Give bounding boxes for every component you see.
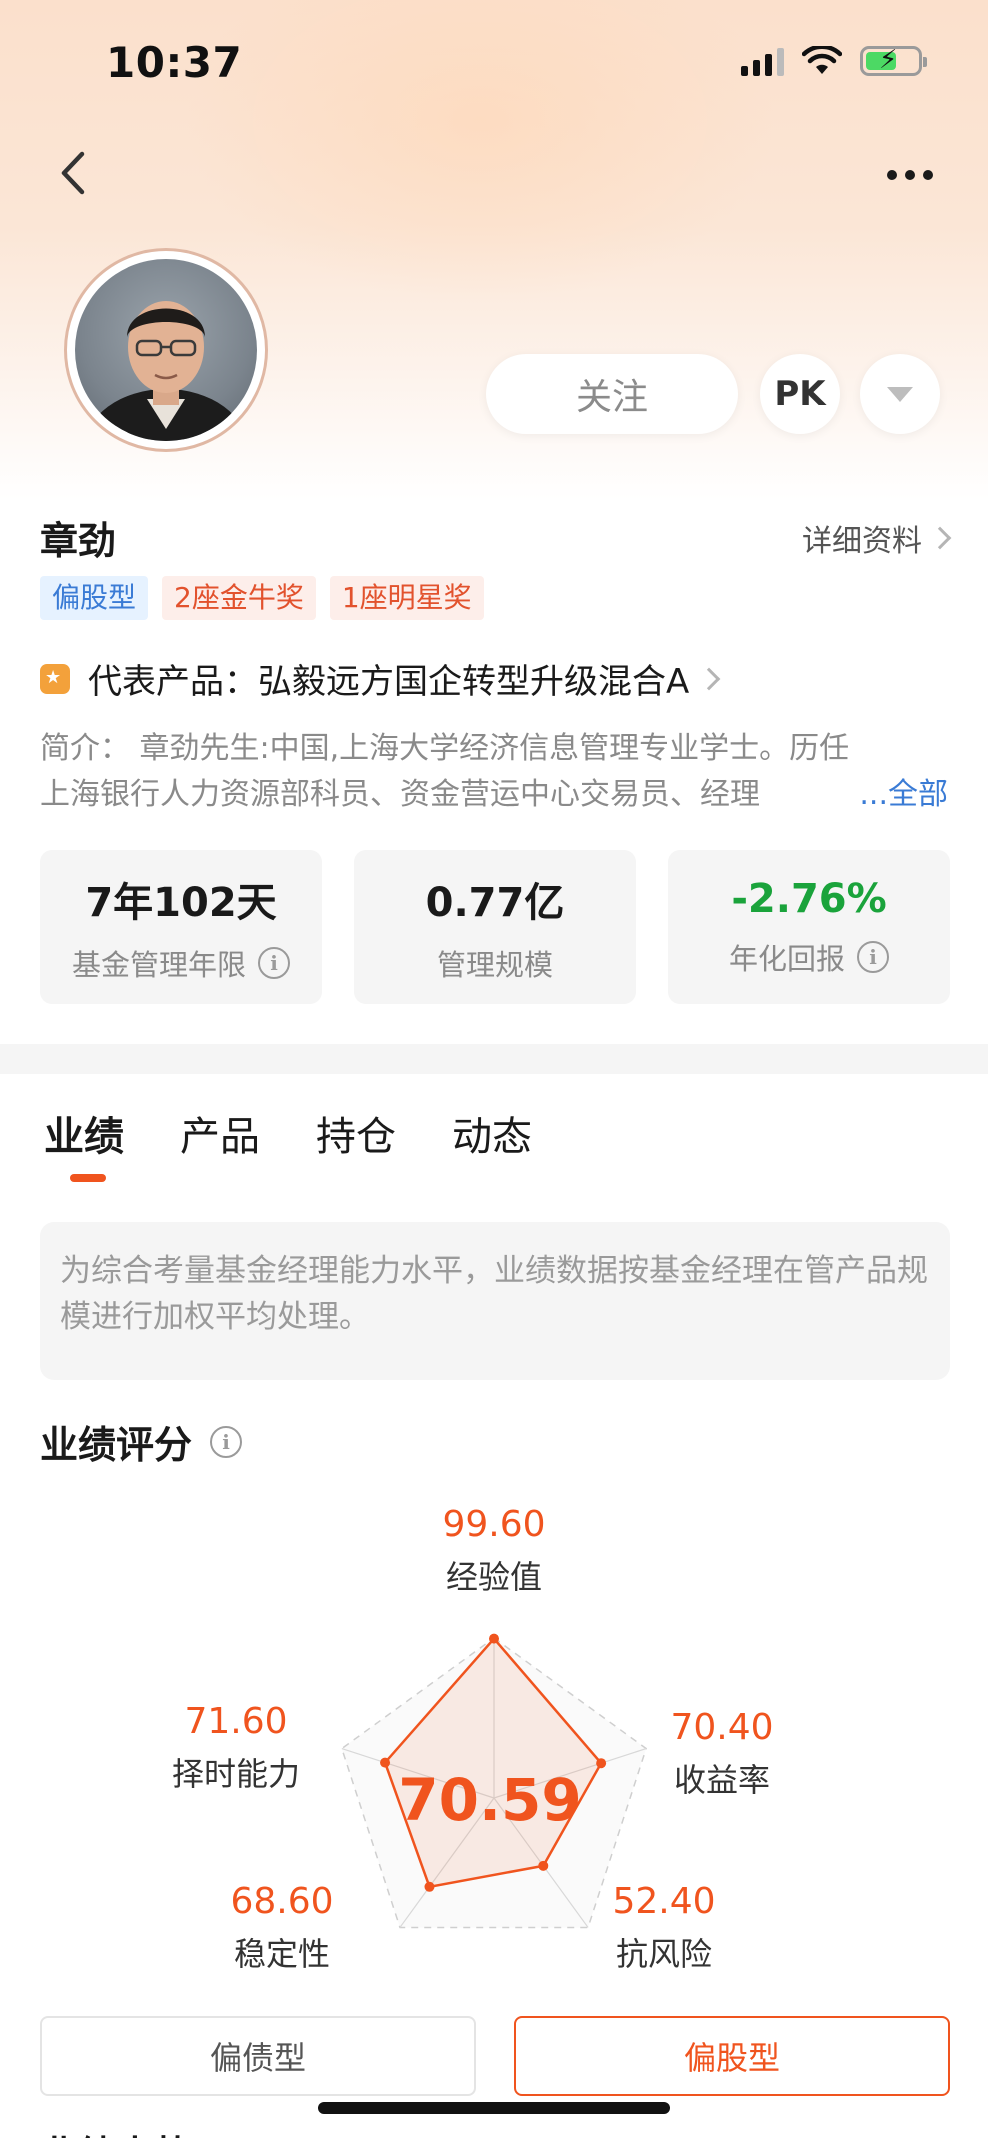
radar-score-label: 52.40 bbox=[612, 1881, 715, 1922]
intro-expand-link[interactable]: ...全部 bbox=[855, 772, 948, 818]
stat-value: 0.77亿 bbox=[425, 880, 565, 926]
fund-type-switch: 偏债型 偏股型 bbox=[40, 2016, 950, 2096]
chevron-left-icon bbox=[61, 151, 85, 195]
stat-label: 基金管理年限 bbox=[71, 948, 246, 982]
more-dot-icon bbox=[887, 170, 897, 180]
status-time: 10:37 bbox=[106, 38, 243, 87]
score-title-label: 业绩评分 bbox=[40, 1423, 193, 1467]
back-button[interactable] bbox=[52, 146, 96, 200]
wifi-icon bbox=[802, 46, 842, 74]
home-indicator bbox=[318, 2102, 670, 2114]
radar-point-4 bbox=[380, 1757, 391, 1768]
radar-total-score: 70.59 bbox=[398, 1766, 581, 1834]
representative-product[interactable]: 代表产品：弘毅远方国企转型升级混合A bbox=[40, 654, 721, 703]
more-dot-icon bbox=[923, 170, 933, 180]
chevron-right-icon bbox=[697, 667, 721, 690]
status-icons: ⚡ bbox=[741, 45, 927, 76]
pk-button[interactable]: PK bbox=[760, 354, 840, 434]
tab-holdings[interactable]: 持仓 bbox=[316, 1104, 396, 1162]
stat-label-row: 年化回报 i bbox=[729, 936, 889, 978]
more-button[interactable] bbox=[880, 160, 940, 190]
stat-label-row: 基金管理年限 i bbox=[72, 942, 290, 984]
type-button-bond[interactable]: 偏债型 bbox=[40, 2016, 476, 2096]
stat-label: 管理规模 bbox=[436, 948, 553, 982]
radar-score-label: 70.40 bbox=[670, 1707, 773, 1748]
notice-box: 为综合考量基金经理能力水平，业绩数据按基金经理在管产品规模进行加权平均处理。 bbox=[40, 1222, 950, 1380]
stat-label-row: 管理规模 bbox=[437, 942, 553, 984]
dropdown-button[interactable] bbox=[860, 354, 940, 434]
avatar[interactable] bbox=[64, 248, 268, 452]
radar-point-3 bbox=[424, 1881, 435, 1892]
tab-bar: 业绩 产品 持仓 动态 bbox=[44, 1104, 532, 1162]
avatar-photo bbox=[75, 259, 257, 441]
score-radar-chart: 99.60 经验值 70.40 收益率 52.40 抗风险 68.60 稳定性 71.60 择时能… bbox=[172, 1504, 774, 1973]
radar-dimension-label: 择时能力 bbox=[172, 1755, 300, 1793]
tag-golden-bull-award: 2座金牛奖 bbox=[162, 576, 316, 620]
follow-button[interactable]: 关注 bbox=[486, 354, 738, 434]
more-dot-icon bbox=[905, 170, 915, 180]
battery-icon: ⚡ bbox=[860, 45, 927, 76]
radar-score-label: 68.60 bbox=[230, 1881, 333, 1922]
radar-dimension-label: 稳定性 bbox=[234, 1935, 330, 1973]
tab-active-indicator bbox=[70, 1174, 106, 1182]
representative-product-label: 代表产品：弘毅远方国企转型升级混合A bbox=[88, 662, 690, 702]
info-icon[interactable]: i bbox=[210, 1425, 243, 1458]
stat-value: 7年102天 bbox=[85, 880, 277, 926]
triangle-down-icon bbox=[887, 386, 913, 402]
tag-style: 偏股型 bbox=[40, 576, 149, 620]
tag-star-award: 1座明星奖 bbox=[329, 576, 484, 620]
stat-tenure: 7年102天 基金管理年限 i bbox=[40, 850, 322, 1004]
score-section-title: 业绩评分 i bbox=[40, 1414, 243, 1469]
radar-dimension-label: 抗风险 bbox=[616, 1935, 712, 1973]
stat-annual-return: -2.76% 年化回报 i bbox=[668, 850, 950, 1004]
radar-score-label: 99.60 bbox=[442, 1504, 545, 1545]
info-icon[interactable]: i bbox=[258, 947, 290, 979]
tab-performance[interactable]: 业绩 bbox=[44, 1104, 124, 1162]
medal-icon bbox=[40, 663, 70, 694]
intro-line: 简介： 章劲先生:中国,上海大学经济信息管理专业学士。历任 bbox=[40, 731, 850, 766]
intro-line: 上海银行人力资源部科员、资金营运中心交易员、经理 bbox=[40, 777, 760, 812]
tab-products[interactable]: 产品 bbox=[180, 1104, 260, 1162]
info-icon[interactable]: i bbox=[857, 941, 889, 973]
manager-name: 章劲 bbox=[40, 519, 117, 563]
chevron-right-icon bbox=[928, 526, 952, 550]
signal-icon bbox=[741, 46, 784, 76]
stats-cards: 7年102天 基金管理年限 i 0.77亿 管理规模 -2.76% 年化回报 i bbox=[40, 850, 950, 1004]
detail-link-label: 详细资料 bbox=[802, 524, 922, 559]
radar-point-0 bbox=[489, 1633, 499, 1644]
next-section-title: 业绩走势 bbox=[40, 2124, 192, 2138]
manager-tags: 偏股型 2座金牛奖 1座明星奖 bbox=[40, 576, 484, 620]
manager-intro: 简介： 章劲先生:中国,上海大学经济信息管理专业学士。历任 上海银行人力资源部科… bbox=[40, 726, 950, 818]
section-divider bbox=[0, 1044, 988, 1074]
radar-dimension-label: 收益率 bbox=[674, 1761, 770, 1799]
stat-label: 年化回报 bbox=[728, 942, 845, 976]
radar-score-label: 71.60 bbox=[184, 1701, 287, 1742]
radar-point-1 bbox=[596, 1758, 607, 1769]
stat-aum: 0.77亿 管理规模 bbox=[354, 850, 636, 1004]
stat-value: -2.76% bbox=[731, 876, 887, 922]
detail-link[interactable]: 详细资料 bbox=[802, 516, 952, 560]
tab-news[interactable]: 动态 bbox=[452, 1104, 532, 1162]
radar-point-2 bbox=[538, 1860, 549, 1871]
type-button-equity[interactable]: 偏股型 bbox=[514, 2016, 950, 2096]
radar-dimension-label: 经验值 bbox=[446, 1558, 542, 1596]
fund-manager-page: 10:37 ⚡ 关注 PK 章劲 详细资料 偏股型 2座金牛奖 1座明星奖 ★ … bbox=[0, 0, 988, 2138]
